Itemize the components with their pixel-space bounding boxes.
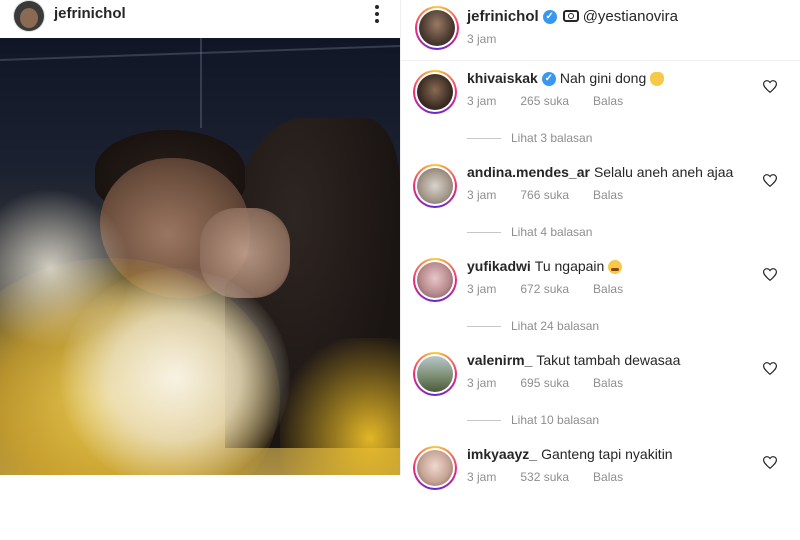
comment-text: Selalu aneh aneh ajaa xyxy=(593,164,734,180)
comment-time: 3 jam xyxy=(467,376,497,390)
comment-meta: 3 jam 766 suka Balas xyxy=(467,188,647,202)
tent-seam xyxy=(200,38,202,128)
view-replies-button[interactable]: Lihat 3 balasan xyxy=(467,131,592,145)
commenter-username[interactable]: khivaiskak xyxy=(467,70,538,86)
comment-likes[interactable]: 532 suka xyxy=(520,470,569,484)
author-story-avatar[interactable] xyxy=(415,6,459,50)
commenter-avatar[interactable] xyxy=(413,352,457,396)
comment-time: 3 jam xyxy=(467,282,497,296)
reply-button[interactable]: Balas xyxy=(593,470,623,484)
pointing-hand-emoji xyxy=(650,72,665,87)
comment-likes[interactable]: 695 suka xyxy=(520,376,569,390)
commenter-avatar[interactable] xyxy=(413,446,457,490)
comment-text: Takut tambah dewasaa xyxy=(536,352,681,368)
reply-button[interactable]: Balas xyxy=(593,188,623,202)
author-username[interactable]: jefrinichol xyxy=(54,5,126,22)
reply-button[interactable]: Balas xyxy=(593,282,623,296)
avatar-face xyxy=(20,8,38,28)
comment-text: Ganteng tapi nyakitin xyxy=(541,446,673,462)
heart-icon[interactable] xyxy=(763,268,777,281)
comment-meta: 3 jam 532 suka Balas xyxy=(467,470,647,484)
verified-badge-icon: ✓ xyxy=(541,72,556,87)
commenter-username[interactable]: imkyaayz_ xyxy=(467,446,537,462)
tagged-user-link[interactable]: @yestianovira xyxy=(583,8,678,25)
comment-meta: 3 jam 265 suka Balas xyxy=(467,94,647,108)
heart-icon[interactable] xyxy=(763,80,777,93)
post-header-left: jefrinichol xyxy=(0,0,400,38)
caption-author: jefrinichol ✓ @yestianovira xyxy=(467,8,678,25)
comment-item: imkyaayz_ Ganteng tapi nyakitin 3 jam 532 … xyxy=(401,446,800,540)
verified-badge-icon: ✓ xyxy=(542,10,557,25)
comment-item: andina.mendes_ar Selalu aneh aneh ajaa 3 … xyxy=(401,164,800,258)
view-replies-label: Lihat 4 balasan xyxy=(511,225,593,239)
caption-author-username[interactable]: jefrinichol xyxy=(467,8,539,25)
comment-line: valenirm_ Takut tambah dewasaa xyxy=(467,352,680,368)
commenter-avatar[interactable] xyxy=(413,258,457,302)
reply-button[interactable]: Balas xyxy=(593,94,623,108)
comment-likes[interactable]: 265 suka xyxy=(520,94,569,108)
more-options-icon[interactable] xyxy=(369,4,385,26)
comment-time: 3 jam xyxy=(467,188,497,202)
comment-item: valenirm_ Takut tambah dewasaa 3 jam 695 s… xyxy=(401,352,800,446)
view-replies-button[interactable]: Lihat 24 balasan xyxy=(467,319,599,333)
comment-time: 3 jam xyxy=(467,470,497,484)
author-avatar-image xyxy=(419,10,455,46)
comments-panel: jefrinichol ✓ @yestianovira 3 jam khivaisk… xyxy=(401,0,800,490)
comment-line: khivaiskak ✓ Nah gini dong xyxy=(467,70,665,87)
replies-line xyxy=(467,232,501,234)
post-timestamp: 3 jam xyxy=(467,32,497,46)
reply-button[interactable]: Balas xyxy=(593,376,623,390)
comment-item: yufikadwi Tu ngapain 3 jam 672 suka Balas L… xyxy=(401,258,800,352)
heart-icon[interactable] xyxy=(763,456,777,469)
comment-likes[interactable]: 766 suka xyxy=(520,188,569,202)
view-replies-button[interactable]: Lihat 10 balasan xyxy=(467,413,599,427)
comment-meta: 3 jam 695 suka Balas xyxy=(467,376,647,390)
comment-likes[interactable]: 672 suka xyxy=(520,282,569,296)
replies-line xyxy=(467,138,501,140)
comment-text: Tu ngapain xyxy=(534,258,605,274)
post-photo[interactable] xyxy=(0,38,400,475)
comment-line: imkyaayz_ Ganteng tapi nyakitin xyxy=(467,446,673,462)
comment-item: khivaiskak ✓ Nah gini dong 3 jam 265 suka Ba… xyxy=(401,70,800,164)
commenter-avatar[interactable] xyxy=(413,70,457,114)
heart-icon[interactable] xyxy=(763,174,777,187)
heart-icon[interactable] xyxy=(763,362,777,375)
comment-line: andina.mendes_ar Selalu aneh aneh ajaa xyxy=(467,164,733,180)
commenter-username[interactable]: valenirm_ xyxy=(467,352,532,368)
commenter-username[interactable]: yufikadwi xyxy=(467,258,531,274)
commenter-avatar[interactable] xyxy=(413,164,457,208)
replies-line xyxy=(467,420,501,422)
photo-light-leak-white xyxy=(60,268,290,475)
post-caption-header: jefrinichol ✓ @yestianovira 3 jam xyxy=(401,0,800,61)
camera-icon xyxy=(562,10,579,23)
comment-time: 3 jam xyxy=(467,94,497,108)
author-avatar[interactable] xyxy=(14,1,44,31)
replies-line xyxy=(467,326,501,328)
comment-meta: 3 jam 672 suka Balas xyxy=(467,282,647,296)
view-replies-label: Lihat 24 balasan xyxy=(511,319,600,333)
post-media-panel: jefrinichol xyxy=(0,0,400,475)
crying-face-emoji xyxy=(608,260,623,275)
commenter-username[interactable]: andina.mendes_ar xyxy=(467,164,590,180)
view-replies-label: Lihat 10 balasan xyxy=(511,413,600,427)
comment-text: Nah gini dong xyxy=(559,70,647,86)
view-replies-button[interactable]: Lihat 4 balasan xyxy=(467,225,592,239)
comment-line: yufikadwi Tu ngapain xyxy=(467,258,623,275)
view-replies-label: Lihat 3 balasan xyxy=(511,131,593,145)
